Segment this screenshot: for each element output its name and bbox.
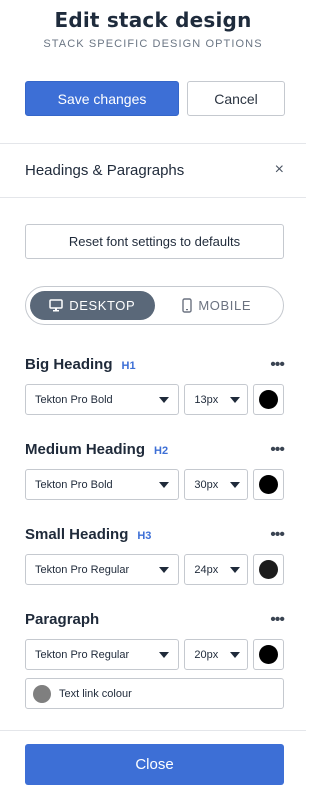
more-options-icon[interactable]: •••: [270, 527, 285, 543]
save-changes-button[interactable]: Save changes: [25, 81, 179, 116]
more-options-icon[interactable]: •••: [270, 612, 285, 628]
mobile-label: MOBILE: [198, 298, 252, 313]
caret-down-icon: [230, 481, 241, 488]
color-swatch: [259, 560, 279, 579]
caret-down-icon: [230, 396, 241, 403]
section-header: Headings & Paragraphs ×: [0, 143, 306, 197]
font-family-value: Tekton Pro Bold: [35, 393, 113, 406]
close-icon[interactable]: ×: [275, 162, 284, 178]
heading-tag: H1: [121, 360, 136, 372]
font-size-select[interactable]: 20px: [184, 639, 249, 670]
font-group-small-heading: Small Heading H3 ••• Tekton Pro Regular 2…: [25, 524, 285, 585]
phone-icon: [182, 298, 193, 313]
group-label: Medium Heading: [25, 441, 146, 458]
panel-subtitle: STACK SPECIFIC DESIGN OPTIONS: [43, 38, 263, 50]
font-group-medium-heading: Medium Heading H2 ••• Tekton Pro Bold 30p…: [25, 439, 285, 500]
font-size-select[interactable]: 24px: [184, 554, 249, 585]
divider: [0, 197, 306, 198]
font-family-select[interactable]: Tekton Pro Regular: [25, 639, 180, 670]
heading-tag: H3: [137, 530, 152, 542]
text-link-colour-picker[interactable]: Text link colour: [25, 678, 284, 709]
font-size-value: 20px: [194, 648, 219, 661]
heading-tag: H2: [154, 445, 169, 457]
more-options-icon[interactable]: •••: [270, 442, 285, 458]
color-swatch: [259, 645, 279, 664]
group-label: Paragraph: [25, 611, 100, 628]
font-family-value: Tekton Pro Bold: [35, 478, 113, 491]
panel-title: Edit stack design: [54, 8, 252, 32]
font-family-select[interactable]: Tekton Pro Regular: [25, 554, 180, 585]
close-button[interactable]: Close: [25, 744, 284, 785]
caret-down-icon: [159, 481, 170, 488]
color-swatch: [259, 475, 279, 494]
action-bar: Save changes Cancel: [25, 81, 285, 116]
group-label: Big Heading: [25, 356, 113, 373]
font-color-picker[interactable]: [253, 554, 284, 585]
font-color-picker[interactable]: [253, 639, 284, 670]
desktop-toggle-option[interactable]: DESKTOP: [30, 291, 155, 320]
reset-font-settings-button[interactable]: Reset font settings to defaults: [25, 224, 284, 259]
text-link-colour-label: Text link colour: [59, 687, 132, 700]
font-size-value: 24px: [194, 563, 219, 576]
font-family-select[interactable]: Tekton Pro Bold: [25, 384, 180, 415]
more-options-icon[interactable]: •••: [270, 357, 285, 373]
caret-down-icon: [230, 651, 241, 658]
font-color-picker[interactable]: [253, 384, 284, 415]
caret-down-icon: [159, 651, 170, 658]
font-size-value: 13px: [194, 393, 219, 406]
group-label: Small Heading: [25, 526, 129, 543]
font-size-select[interactable]: 30px: [184, 469, 249, 500]
desktop-label: DESKTOP: [69, 298, 136, 313]
font-color-picker[interactable]: [253, 469, 284, 500]
font-family-select[interactable]: Tekton Pro Bold: [25, 469, 180, 500]
caret-down-icon: [159, 566, 170, 573]
monitor-icon: [49, 299, 63, 312]
color-swatch: [259, 390, 279, 409]
font-group-big-heading: Big Heading H1 ••• Tekton Pro Bold 13px: [25, 354, 285, 415]
font-group-paragraph: Paragraph ••• Tekton Pro Regular 20px Te…: [25, 609, 285, 709]
device-toggle: DESKTOP MOBILE: [25, 286, 284, 325]
section-title: Headings & Paragraphs: [25, 161, 185, 179]
font-family-value: Tekton Pro Regular: [35, 563, 130, 576]
cancel-button[interactable]: Cancel: [187, 81, 285, 116]
link-color-swatch: [33, 684, 51, 703]
mobile-toggle-option[interactable]: MOBILE: [155, 291, 280, 320]
font-size-select[interactable]: 13px: [184, 384, 249, 415]
font-family-value: Tekton Pro Regular: [35, 648, 130, 661]
caret-down-icon: [159, 396, 170, 403]
caret-down-icon: [230, 566, 241, 573]
panel-header: Edit stack design STACK SPECIFIC DESIGN …: [0, 0, 306, 62]
divider: [0, 730, 306, 731]
font-size-value: 30px: [194, 478, 219, 491]
